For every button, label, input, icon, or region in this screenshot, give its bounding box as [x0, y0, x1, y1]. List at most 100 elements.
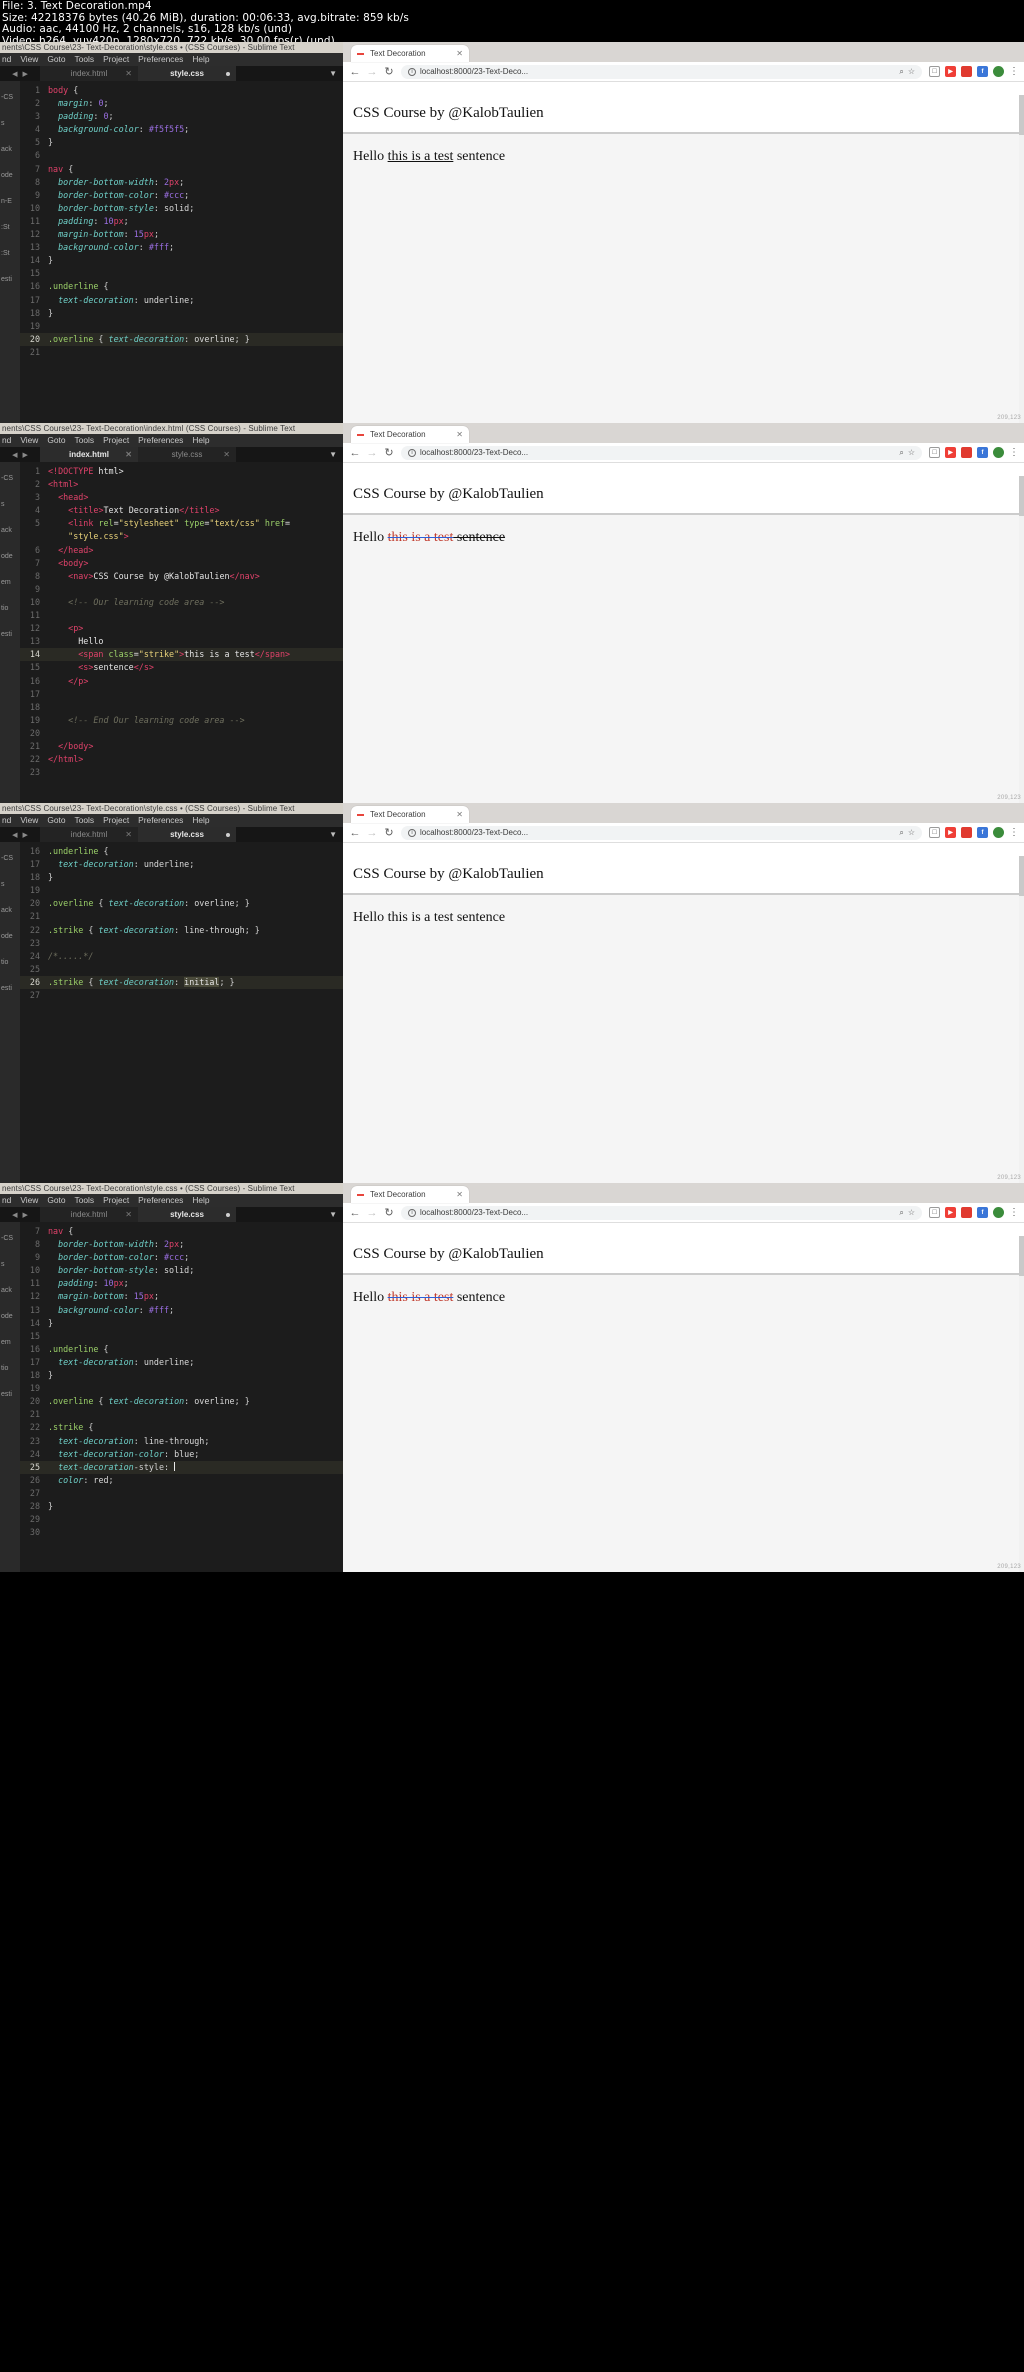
sublime-tab-html[interactable]: index.html ✕ [40, 827, 138, 842]
code-line[interactable]: 5 <link rel="stylesheet" type="text/css"… [20, 517, 343, 530]
sublime-tab-css[interactable]: style.css [138, 1207, 236, 1222]
menu-item-tools[interactable]: Tools [75, 434, 95, 447]
code-line[interactable]: 16 .underline { [20, 845, 343, 858]
sidebar-file-item[interactable]: ack [0, 898, 20, 924]
sidebar-file-item[interactable]: -CS [0, 846, 20, 872]
tab-prev-arrow-icon[interactable]: ◀ [12, 831, 17, 839]
sidebar-file-item[interactable]: esti [0, 976, 20, 1002]
code-line[interactable]: 27 [20, 1487, 343, 1500]
menu-item-nd[interactable]: nd [2, 814, 11, 827]
code-line[interactable]: 17 text-decoration: underline; [20, 294, 343, 307]
code-line[interactable]: 14} [20, 254, 343, 267]
site-info-icon[interactable]: i [408, 1208, 416, 1217]
profile-avatar[interactable] [993, 827, 1004, 838]
reload-button[interactable]: ↻ [384, 446, 394, 459]
sidebar-file-item[interactable]: tio [0, 596, 20, 622]
code-line[interactable]: 17 text-decoration: underline; [20, 1356, 343, 1369]
code-line[interactable]: 21 [20, 346, 343, 359]
code-line[interactable]: 22 </html> [20, 753, 343, 766]
tab-next-arrow-icon[interactable]: ▶ [23, 70, 28, 78]
code-line[interactable]: 17 text-decoration: underline; [20, 858, 343, 871]
code-line[interactable]: 3 <head> [20, 491, 343, 504]
back-button[interactable]: ← [350, 447, 361, 459]
menu-item-tools[interactable]: Tools [75, 53, 95, 66]
sidebar-file-item[interactable]: esti [0, 1382, 20, 1408]
code-line[interactable]: 3 padding: 0; [20, 110, 343, 123]
code-line[interactable]: 12 <p> [20, 622, 343, 635]
red-extension-icon[interactable] [961, 827, 972, 838]
tab-close-icon[interactable]: ✕ [125, 450, 132, 459]
sidebar-file-item[interactable]: n-E [0, 189, 20, 215]
code-line[interactable]: 19 [20, 320, 343, 333]
sublime-sidebar[interactable]: -CS s ack ode em tio esti [0, 1222, 20, 1572]
code-line[interactable]: 9 border-bottom-color: #ccc; [20, 189, 343, 202]
chrome-browser-window[interactable]: Text Decoration ✕ ← → ↻ i localhost:8000/23-Te… [343, 803, 1024, 1183]
page-scrollbar[interactable] [1019, 95, 1024, 423]
sidebar-file-item[interactable]: ode [0, 924, 20, 950]
site-info-icon[interactable]: i [408, 828, 416, 837]
code-line[interactable]: 6 </head> [20, 544, 343, 557]
page-scrollbar[interactable] [1019, 1236, 1024, 1572]
sidebar-file-item[interactable]: -CS [0, 1226, 20, 1252]
chrome-tab-close-icon[interactable]: ✕ [456, 49, 463, 58]
forward-button[interactable]: → [367, 447, 378, 459]
tab-close-icon[interactable]: ✕ [223, 450, 230, 459]
sidebar-file-item[interactable]: ack [0, 137, 20, 163]
menu-item-project[interactable]: Project [103, 434, 129, 447]
menu-item-help[interactable]: Help [192, 1194, 209, 1207]
bookmark-star-icon[interactable]: ☆ [908, 67, 915, 76]
sublime-tab-html[interactable]: index.html ✕ [40, 66, 138, 81]
code-line[interactable]: 18} [20, 307, 343, 320]
menu-item-view[interactable]: View [20, 434, 38, 447]
code-line[interactable]: 10 border-bottom-style: solid; [20, 1264, 343, 1277]
code-line[interactable]: 13 background-color: #fff; [20, 1304, 343, 1317]
code-line[interactable]: 24 /*.....*/ [20, 950, 343, 963]
code-line[interactable]: 14} [20, 1317, 343, 1330]
sidebar-file-item[interactable]: tio [0, 950, 20, 976]
sidebar-file-item[interactable]: em [0, 1330, 20, 1356]
sublime-menu-bar[interactable]: nd View Goto Tools Project Preferences Help [0, 53, 343, 66]
chrome-menu-icon[interactable]: ⋮ [1009, 827, 1019, 838]
code-line[interactable]: 8 <nav>CSS Course by @KalobTaulien</nav> [20, 570, 343, 583]
menu-item-tools[interactable]: Tools [75, 1194, 95, 1207]
sidebar-file-item[interactable]: -CS [0, 85, 20, 111]
code-editor-area[interactable]: 1 body {2 margin: 0; 3 padding: 0; 4 backgr… [20, 81, 343, 423]
sidebar-file-item[interactable]: :St [0, 215, 20, 241]
menu-item-view[interactable]: View [20, 53, 38, 66]
sidebar-file-item[interactable]: :St [0, 241, 20, 267]
tab-close-icon[interactable]: ✕ [125, 1210, 132, 1219]
back-button[interactable]: ← [350, 66, 361, 78]
address-bar[interactable]: i localhost:8000/23-Text-Deco... ⌕ ☆ [401, 445, 922, 460]
code-line[interactable]: 24 text-decoration-color: blue; [20, 1448, 343, 1461]
tab-close-icon[interactable]: ✕ [125, 830, 132, 839]
sublime-menu-bar[interactable]: nd View Goto Tools Project Preferences Help [0, 1194, 343, 1207]
blue-extension-icon[interactable]: f [977, 66, 988, 77]
menu-item-preferences[interactable]: Preferences [138, 1194, 183, 1207]
page-scrollbar[interactable] [1019, 476, 1024, 803]
youtube-extension-icon[interactable]: ▶ [945, 827, 956, 838]
sublime-sidebar[interactable]: -CS s ack ode tio esti [0, 842, 20, 1183]
sidebar-file-item[interactable]: s [0, 111, 20, 137]
chrome-browser-window[interactable]: Text Decoration ✕ ← → ↻ i localhost:8000/23-Te… [343, 423, 1024, 803]
code-line[interactable]: 20 .overline { text-decoration: overline;… [20, 1395, 343, 1408]
back-button[interactable]: ← [350, 827, 361, 839]
menu-item-project[interactable]: Project [103, 814, 129, 827]
address-bar[interactable]: i localhost:8000/23-Text-Deco... ⌕ ☆ [401, 825, 922, 840]
menu-item-goto[interactable]: Goto [47, 1194, 65, 1207]
tab-close-icon[interactable]: ✕ [125, 69, 132, 78]
zoom-search-icon[interactable]: ⌕ [899, 67, 903, 77]
code-line[interactable]: 16 .underline { [20, 1343, 343, 1356]
sidebar-file-item[interactable]: ode [0, 163, 20, 189]
chrome-browser-window[interactable]: Text Decoration ✕ ← → ↻ i localhost:8000/23-Te… [343, 1183, 1024, 1572]
youtube-extension-icon[interactable]: ▶ [945, 66, 956, 77]
page-scrollbar[interactable] [1019, 856, 1024, 1183]
code-line[interactable]: 9 [20, 583, 343, 596]
sidebar-file-item[interactable]: esti [0, 622, 20, 648]
code-line[interactable]: 20 .overline { text-decoration: overline;… [20, 332, 343, 346]
profile-avatar[interactable] [993, 1207, 1004, 1218]
menu-item-view[interactable]: View [20, 1194, 38, 1207]
code-line[interactable]: 9 border-bottom-color: #ccc; [20, 1251, 343, 1264]
menu-item-goto[interactable]: Goto [47, 53, 65, 66]
code-line[interactable]: 4 <title>Text Decoration</title> [20, 504, 343, 517]
code-line[interactable]: 17 [20, 688, 343, 701]
